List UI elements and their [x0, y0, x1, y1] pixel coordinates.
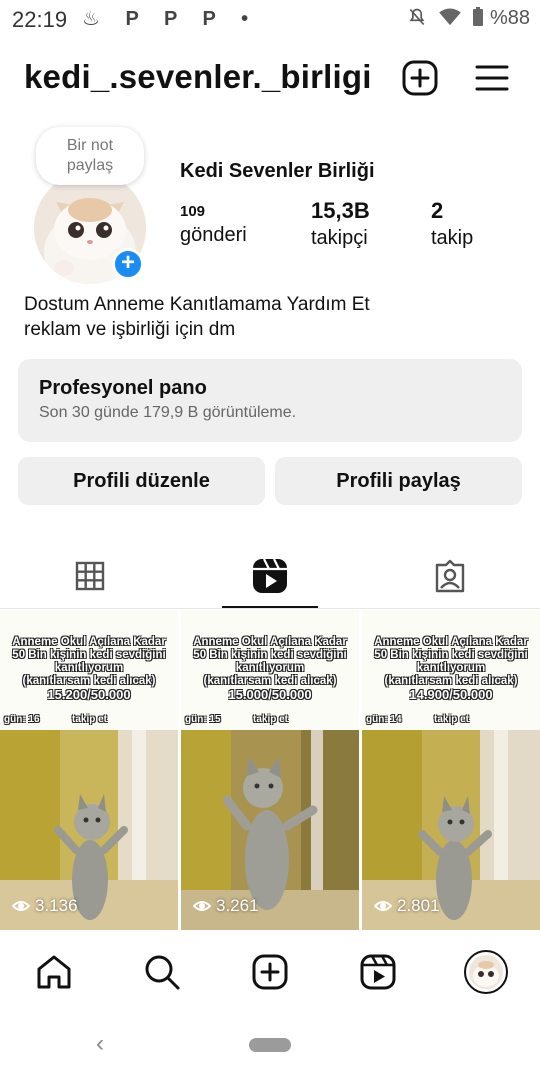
menu-button[interactable] [472, 58, 512, 98]
caption-line: 50 Bin kişinin kedi sevdiğini [12, 649, 166, 661]
dashboard-title: Profesyonel pano [39, 377, 207, 399]
reels-icon [253, 558, 287, 593]
caption-progress: 15.200/50.000 [47, 687, 131, 702]
caption-day: gün: 15 [185, 714, 221, 725]
eye-icon [374, 901, 392, 911]
caption-line: kanıtlıyorum [54, 662, 124, 674]
tab-tagged[interactable] [422, 548, 478, 604]
followers-label: takipçi [311, 227, 368, 249]
followers-count: 15,3B [311, 198, 370, 223]
reel-caption: Anneme Okul Açılana Kadar 50 Bin kişinin… [0, 610, 178, 730]
professional-dashboard[interactable]: Profesyonel pano Son 30 günde 179,9 B gö… [18, 359, 522, 442]
add-story-button[interactable]: + [112, 248, 144, 280]
caption-line: (kanıtlarsam kedi alıcak) [22, 675, 156, 687]
view-count-value: 3.136 [35, 896, 78, 915]
following-count: 2 [431, 198, 444, 223]
eye-icon [193, 901, 211, 911]
following-label: takip [431, 227, 474, 249]
caption-line: Anneme Okul Açılana Kadar [193, 636, 347, 648]
posts-stat[interactable]: 109 gönderi [180, 198, 247, 247]
caption-line: kanıtlıyorum [416, 662, 486, 674]
tab-divider [0, 608, 540, 609]
display-name: Kedi Sevenler Birliği [180, 160, 375, 182]
caption-line: Anneme Okul Açılana Kadar [374, 636, 528, 648]
search-icon [145, 955, 180, 990]
edit-profile-button[interactable]: Profili düzenle [18, 457, 265, 505]
caption-follow: takip et [253, 714, 289, 725]
status-time: 22:19 [12, 7, 68, 32]
dashboard-subtitle: Son 30 günde 179,9 B görüntüleme. [39, 404, 297, 421]
tagged-icon [435, 559, 465, 593]
reel-caption: Anneme Okul Açılana Kadar 50 Bin kişinin… [362, 610, 540, 730]
reel-thumbnail[interactable]: Anneme Okul Açılana Kadar 50 Bin kişinin… [181, 610, 359, 930]
share-profile-button[interactable]: Profili paylaş [275, 457, 522, 505]
profile-username: kedi_.sevenler._birligi [24, 58, 372, 95]
back-chevron-icon[interactable]: ‹ [96, 1030, 104, 1058]
tab-reels[interactable] [242, 548, 298, 604]
bottom-nav [0, 934, 540, 1010]
caption-line: (kanıtlarsam kedi alıcak) [384, 675, 518, 687]
view-count: 3.261 [193, 896, 259, 916]
caption-day: gün: 16 [4, 714, 40, 725]
hamburger-menu-icon [475, 65, 509, 91]
status-bar: 22:19 ♨ P P P • %88 [0, 0, 540, 40]
create-button[interactable] [400, 58, 440, 98]
caption-line: 50 Bin kişinin kedi sevdiğini [193, 649, 347, 661]
note-text-line1: Bir not [66, 137, 114, 154]
view-count-value: 3.261 [216, 896, 259, 915]
caption-progress: 14.900/50.000 [409, 687, 493, 702]
eye-icon [12, 901, 30, 911]
view-count-value: 2.801 [397, 896, 440, 915]
following-stat[interactable]: 2 takip [431, 198, 473, 250]
notification-icons: ♨ P P P • [82, 8, 259, 30]
reel-caption: Anneme Okul Açılana Kadar 50 Bin kişinin… [181, 610, 359, 730]
posts-label: gönderi [180, 224, 247, 246]
battery-percent: %88 [489, 7, 530, 29]
nav-home[interactable] [32, 950, 76, 994]
caption-follow: takip et [434, 714, 470, 725]
bio-line2: reklam ve işbirliği için dm [24, 319, 236, 340]
nav-create[interactable] [248, 950, 292, 994]
caption-line: (kanıtlarsam kedi alıcak) [203, 675, 337, 687]
caption-day: gün: 14 [366, 714, 402, 725]
caption-progress: 15.000/50.000 [228, 687, 312, 702]
posts-count: 109 [180, 203, 206, 220]
mute-bell-icon [409, 8, 425, 26]
grid-icon [75, 561, 105, 591]
status-right: %88 [407, 7, 530, 30]
caption-follow: takip et [72, 714, 108, 725]
home-icon [37, 955, 71, 989]
battery-icon [473, 7, 484, 26]
home-gesture-pill[interactable] [249, 1038, 291, 1052]
view-count: 3.136 [12, 896, 78, 916]
create-icon [252, 954, 288, 990]
note-text-line2: paylaş [66, 157, 114, 174]
nav-reels[interactable] [356, 950, 400, 994]
reels-icon [360, 954, 396, 990]
nav-search[interactable] [140, 950, 184, 994]
bio-line1: Dostum Anneme Kanıtlamama Yardım Et [24, 294, 370, 315]
tab-posts-grid[interactable] [62, 548, 118, 604]
system-nav: ‹ [0, 1010, 540, 1080]
caption-line: Anneme Okul Açılana Kadar [12, 636, 166, 648]
reel-thumbnail[interactable]: Anneme Okul Açılana Kadar 50 Bin kişinin… [362, 610, 540, 930]
caption-line: 50 Bin kişinin kedi sevdiğini [374, 649, 528, 661]
reel-thumbnail[interactable]: Anneme Okul Açılana Kadar 50 Bin kişinin… [0, 610, 178, 930]
nav-profile[interactable] [464, 950, 508, 994]
note-bubble[interactable]: Bir not paylaş [36, 127, 144, 185]
plus-square-icon [402, 60, 438, 96]
profile-avatar [464, 950, 508, 994]
view-count: 2.801 [374, 896, 440, 916]
profile-bio: Dostum Anneme Kanıtlamama Yardım Et rekl… [24, 292, 370, 342]
followers-stat[interactable]: 15,3B takipçi [311, 198, 370, 250]
wifi-icon [439, 8, 461, 26]
caption-line: kanıtlıyorum [235, 662, 305, 674]
